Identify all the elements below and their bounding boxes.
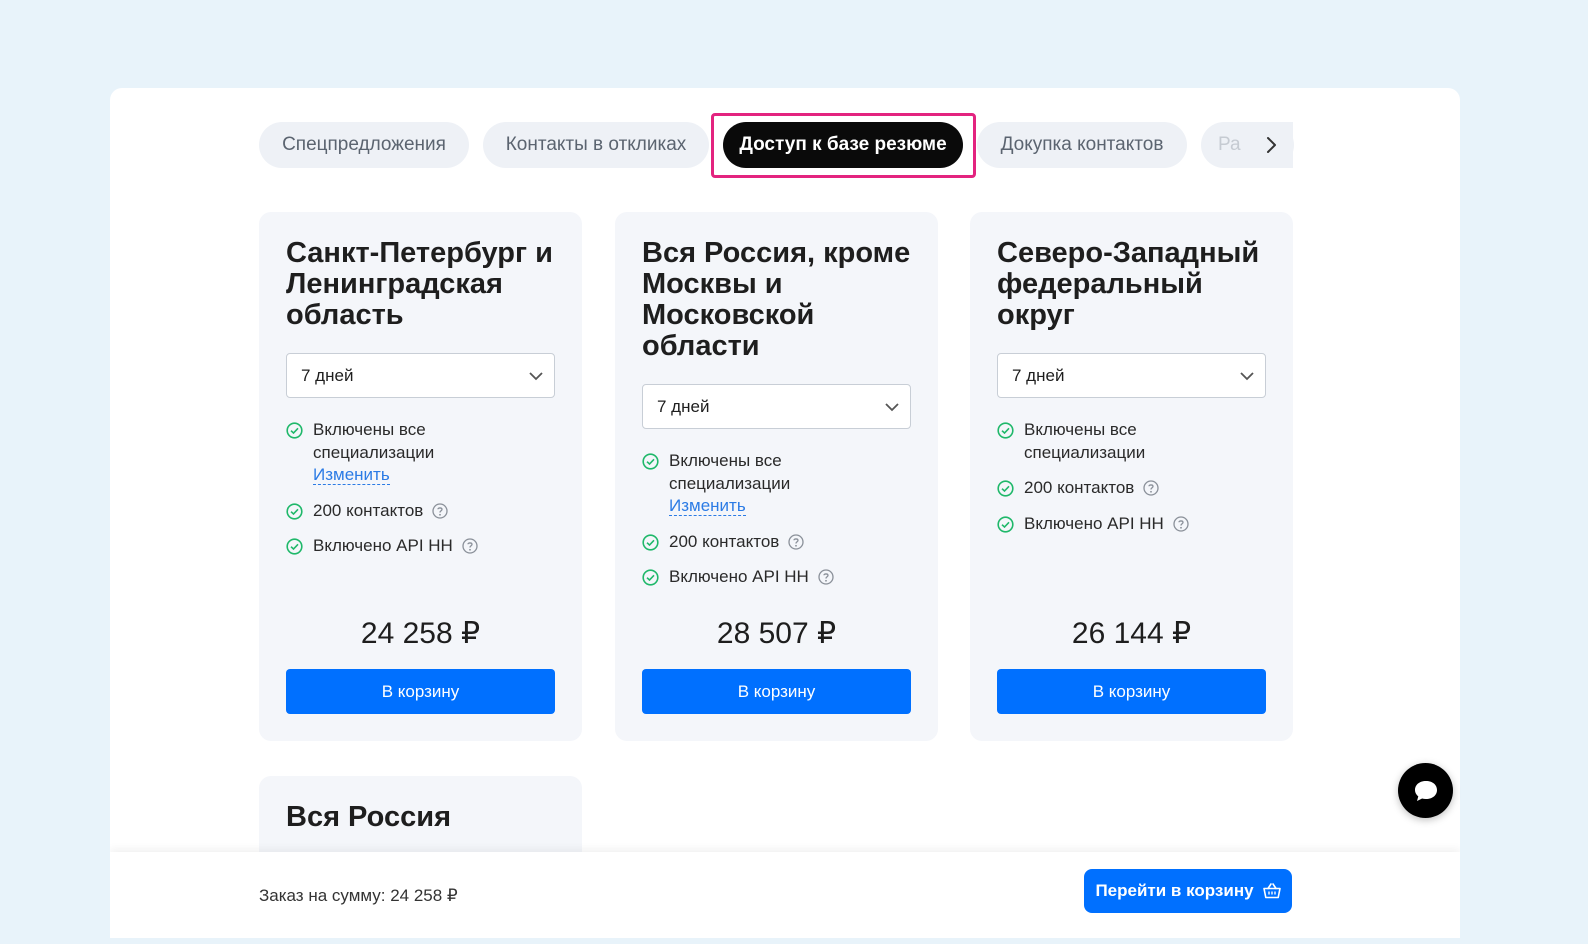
duration-value: 7 дней bbox=[301, 365, 354, 385]
price: 24 258 ₽ bbox=[360, 617, 481, 650]
feature-text: Включено API HH bbox=[669, 567, 809, 586]
duration-select[interactable]: 7 дней bbox=[997, 353, 1266, 398]
help-icon[interactable] bbox=[817, 569, 834, 585]
feature-specializations: Включены все специализации bbox=[997, 419, 1257, 464]
tab-buy-more-contacts[interactable]: Докупка контактов bbox=[977, 122, 1187, 168]
add-to-cart-button[interactable]: В корзину bbox=[642, 669, 911, 714]
chat-button[interactable] bbox=[1398, 763, 1453, 818]
change-specializations-link[interactable]: Изменить bbox=[669, 496, 746, 516]
add-to-cart-button[interactable]: В корзину bbox=[997, 669, 1266, 714]
check-circle-icon bbox=[997, 515, 1014, 533]
go-to-cart-button[interactable]: Перейти в корзину bbox=[1084, 869, 1292, 913]
feature-contacts: 200 контактов bbox=[997, 477, 1257, 500]
feature-contacts: 200 контактов bbox=[642, 531, 902, 554]
add-to-cart-button[interactable]: В корзину bbox=[286, 669, 555, 714]
feature-text: Включены все специализации bbox=[669, 451, 791, 493]
help-icon[interactable] bbox=[1172, 515, 1189, 532]
check-circle-icon bbox=[642, 453, 659, 470]
feature-text: 200 контактов bbox=[1024, 478, 1135, 497]
help-icon[interactable] bbox=[788, 533, 804, 550]
change-specializations-link[interactable]: Изменить bbox=[313, 465, 390, 485]
check-circle-icon bbox=[286, 538, 303, 555]
feature-api: Включено API HH bbox=[642, 566, 902, 589]
category-tabs: Спецпредложения Контакты в откликах Дост… bbox=[259, 122, 1293, 168]
feature-text: Включено API HH bbox=[313, 536, 453, 555]
feature-text: Включено API HH bbox=[1024, 513, 1164, 533]
chevron-right-icon bbox=[1267, 137, 1276, 153]
check-circle-icon bbox=[997, 422, 1014, 439]
feature-specializations: Включены все специализации Изменить bbox=[286, 419, 546, 487]
tariff-card: Вся Россия, кроме Москвы и Московской об… bbox=[615, 212, 938, 741]
go-to-cart-label: Перейти в корзину bbox=[1095, 881, 1254, 900]
card-title: Вся Россия, кроме Москвы и Московской об… bbox=[642, 237, 911, 362]
order-footer: Заказ на сумму: 24 258 ₽ Перейти в корзи… bbox=[110, 852, 1460, 938]
feature-list: Включены все специализации 200 контактов… bbox=[997, 419, 1257, 548]
help-icon[interactable] bbox=[432, 502, 448, 519]
check-circle-icon bbox=[286, 502, 303, 520]
tariff-card: Санкт-Петербург и Ленинградская область … bbox=[259, 212, 582, 741]
help-icon[interactable] bbox=[461, 538, 478, 554]
card-title: Вся Россия bbox=[286, 801, 452, 833]
feature-list: Включены все специализации Изменить 200 … bbox=[286, 419, 546, 571]
chevron-down-icon bbox=[1240, 372, 1254, 381]
feature-specializations: Включены все специализации Изменить bbox=[642, 450, 902, 518]
feature-text: Включены все специализации bbox=[1024, 420, 1146, 462]
price: 26 144 ₽ bbox=[1071, 617, 1192, 650]
basket-icon bbox=[1262, 883, 1281, 899]
main-panel: Спецпредложения Контакты в откликах Дост… bbox=[110, 88, 1460, 938]
check-circle-icon bbox=[997, 480, 1014, 497]
check-circle-icon bbox=[642, 569, 659, 586]
feature-api: Включено API HH bbox=[997, 513, 1257, 536]
tabs-next-button[interactable] bbox=[1248, 122, 1294, 168]
feature-text: 200 контактов bbox=[313, 500, 424, 520]
duration-select[interactable]: 7 дней bbox=[286, 353, 555, 398]
card-title: Северо-Западный федеральный округ bbox=[997, 237, 1260, 331]
duration-select[interactable]: 7 дней bbox=[642, 384, 911, 429]
feature-text: Включены все специализации bbox=[313, 420, 435, 462]
feature-list: Включены все специализации Изменить 200 … bbox=[642, 450, 902, 602]
check-circle-icon bbox=[286, 422, 303, 439]
help-icon[interactable] bbox=[1143, 480, 1159, 496]
tab-special-offers[interactable]: Спецпредложения bbox=[259, 122, 469, 168]
card-title: Санкт-Петербург и Ленинградская область bbox=[286, 237, 553, 331]
feature-api: Включено API HH bbox=[286, 535, 546, 558]
tariff-card: Северо-Западный федеральный округ 7 дней… bbox=[970, 212, 1293, 741]
feature-text: 200 контактов bbox=[669, 531, 780, 551]
order-sum: Заказ на сумму: 24 258 ₽ bbox=[259, 886, 458, 905]
chat-bubble-icon bbox=[1414, 780, 1437, 801]
duration-value: 7 дней bbox=[1012, 365, 1065, 385]
chevron-down-icon bbox=[885, 403, 899, 412]
tab-contacts-in-responses[interactable]: Контакты в откликах bbox=[483, 122, 709, 168]
check-circle-icon bbox=[642, 533, 659, 551]
chevron-down-icon bbox=[529, 372, 543, 381]
tab-resume-database-access[interactable]: Доступ к базе резюме bbox=[723, 122, 963, 168]
duration-value: 7 дней bbox=[657, 396, 710, 416]
price: 28 507 ₽ bbox=[716, 617, 837, 650]
feature-contacts: 200 контактов bbox=[286, 500, 546, 523]
